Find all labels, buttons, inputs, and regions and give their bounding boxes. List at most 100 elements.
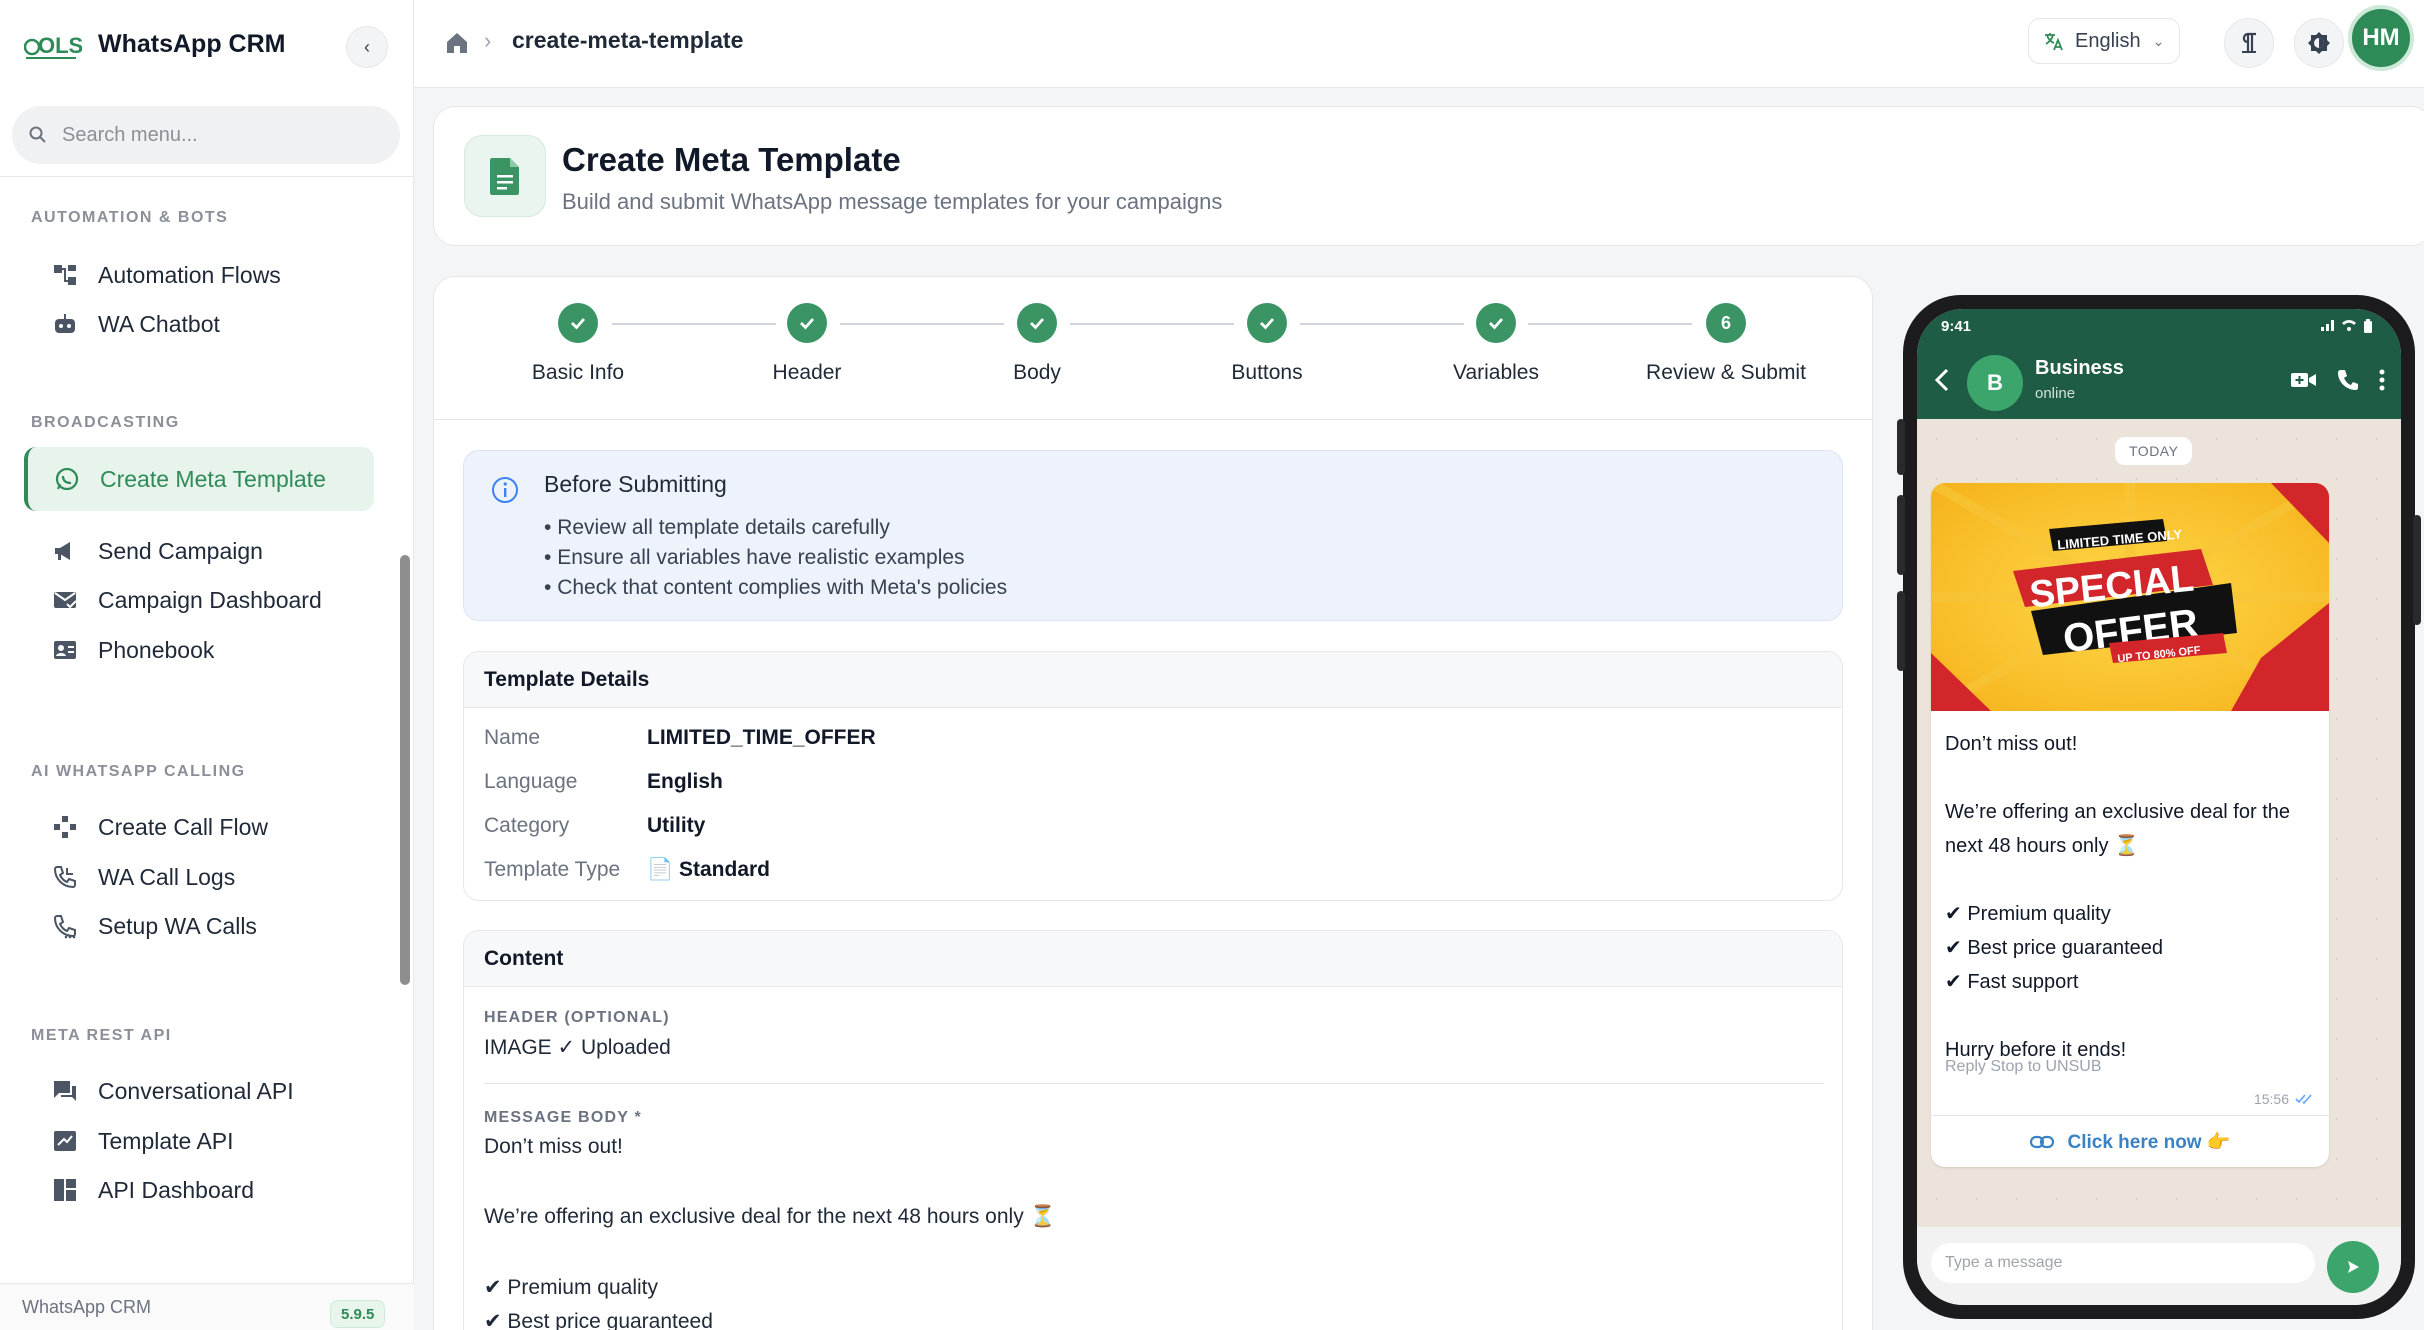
double-check-icon: [2295, 1094, 2312, 1105]
detail-row-language: Language English: [484, 770, 723, 794]
status-time: 9:41: [1941, 318, 1972, 335]
phone-settings-icon: [50, 911, 80, 941]
topbar: › create-meta-template English ⌄ HM: [414, 0, 2424, 88]
detail-row-name: Name LIMITED_TIME_OFFER: [484, 726, 876, 750]
chat-header: B Business online: [1917, 343, 2401, 419]
chat-actions: [2291, 369, 2385, 391]
step-buttons[interactable]: Buttons: [1157, 303, 1377, 385]
page-subtitle: Build and submit WhatsApp message templa…: [562, 189, 1223, 214]
template-details-card: Template Details Name LIMITED_TIME_OFFER…: [463, 651, 1843, 901]
template-icon: [50, 1126, 80, 1156]
sidebar-item-label: Create Call Flow: [98, 813, 268, 840]
brightness-icon: [2308, 32, 2330, 54]
step-basic-info[interactable]: Basic Info: [468, 303, 688, 385]
section-automation-bots: AUTOMATION & BOTS: [31, 209, 229, 226]
message-bubble: LIMITED TIME ONLY SPECIAL OFFER UP TO 80…: [1931, 483, 2329, 1167]
chat-icon: [50, 1076, 80, 1106]
message-meta: 15:56: [2254, 1091, 2315, 1107]
theme-toggle-button[interactable]: [2294, 18, 2344, 68]
pilcrow-icon: [2242, 32, 2256, 53]
send-button[interactable]: [2327, 1241, 2379, 1293]
phone-side-button: [1897, 495, 1905, 575]
wifi-icon: [2342, 320, 2356, 331]
user-avatar[interactable]: HM: [2348, 5, 2414, 71]
detail-row-category: Category Utility: [484, 814, 705, 838]
home-icon[interactable]: [444, 30, 470, 56]
mail-check-icon: [50, 585, 80, 615]
divider: [1931, 1115, 2329, 1116]
detail-key: Name: [484, 726, 541, 749]
status-icons: [2321, 319, 2373, 333]
sidebar-search[interactable]: [12, 106, 400, 164]
phone-preview: 9:41 B Business online TODAY LIMITED TIM…: [1897, 295, 2421, 1319]
version-badge: 5.9.5: [330, 1300, 386, 1328]
step-label: Variables: [1453, 361, 1539, 384]
detail-value: Utility: [647, 814, 706, 837]
language-label: English: [2075, 29, 2141, 52]
detail-key: Category: [484, 814, 570, 837]
sidebar-item-label: Conversational API: [98, 1077, 294, 1104]
check-icon: [787, 303, 827, 343]
check-icon: [558, 303, 598, 343]
content-title: Content: [464, 931, 1842, 987]
back-arrow-icon[interactable]: [1933, 367, 1951, 393]
breadcrumb-current: create-meta-template: [512, 27, 744, 53]
step-label: Buttons: [1231, 361, 1303, 384]
sidebar-item-label: WA Call Logs: [98, 863, 236, 890]
detail-key: Language: [484, 770, 578, 793]
step-header[interactable]: Header: [697, 303, 917, 385]
body-line: ✔ Premium quality: [484, 1276, 658, 1299]
header-label: HEADER (OPTIONAL): [484, 1009, 670, 1026]
step-variables[interactable]: Variables: [1386, 303, 1606, 385]
detail-value: English: [647, 770, 723, 793]
more-vertical-icon[interactable]: [2379, 369, 2385, 391]
sidebar-item-wa-chatbot[interactable]: WA Chatbot: [26, 292, 374, 356]
cta-label: Click here now 👉: [2067, 1132, 2231, 1153]
battery-icon: [2364, 319, 2372, 333]
phone-side-button: [2413, 515, 2421, 625]
section-ai-whatsapp-calling: AI WHATSAPP CALLING: [31, 763, 246, 780]
sidebar-item-phonebook[interactable]: Phonebook: [26, 618, 374, 682]
notice-list: Review all template details carefully En…: [544, 513, 1007, 603]
notice-item: Check that content complies with Meta's …: [544, 573, 1007, 603]
text-direction-button[interactable]: [2224, 18, 2274, 68]
header-image: LIMITED TIME ONLY SPECIAL OFFER UP TO 80…: [1931, 483, 2329, 716]
phone-screen: 9:41 B Business online TODAY LIMITED TIM…: [1917, 309, 2401, 1305]
page-title: Create Meta Template: [562, 141, 901, 178]
detail-value: LIMITED_TIME_OFFER: [647, 726, 876, 749]
dashboard-icon: [50, 1175, 80, 1205]
step-label: Review & Submit: [1646, 361, 1806, 384]
message-input[interactable]: [1931, 1243, 2315, 1283]
call-flow-icon: [50, 812, 80, 842]
sidebar-scrollbar[interactable]: [400, 555, 410, 985]
send-icon: [2348, 1261, 2359, 1273]
contacts-icon: [50, 635, 80, 665]
sidebar-item-label: WA Chatbot: [98, 310, 220, 337]
step-label: Basic Info: [531, 361, 625, 384]
step-review-submit[interactable]: 6 Review & Submit: [1616, 303, 1836, 385]
signal-icon: [2321, 320, 2334, 331]
notice-title: Before Submitting: [544, 471, 727, 497]
sidebar-item-create-meta-template[interactable]: Create Meta Template: [24, 447, 374, 511]
detail-row-template-type: Template Type 📄 Standard: [484, 858, 770, 882]
contact-avatar: B: [1967, 355, 2023, 411]
header-value: IMAGE ✓ Uploaded: [484, 1036, 671, 1059]
phone-call-icon[interactable]: [2337, 369, 2359, 391]
content-card: Content HEADER (OPTIONAL) IMAGE ✓ Upload…: [463, 930, 1843, 1330]
notice-item: Review all template details carefully: [544, 513, 1007, 543]
template-wizard-card: Basic Info Header Body Buttons Variables…: [433, 276, 1873, 1330]
cta-button[interactable]: Click here now 👉: [1931, 1117, 2329, 1167]
sidebar-item-setup-wa-calls[interactable]: Setup WA Calls: [26, 894, 374, 958]
video-call-icon[interactable]: [2291, 371, 2317, 389]
sidebar-item-label: Create Meta Template: [100, 465, 326, 492]
collapse-sidebar-button[interactable]: ‹: [346, 26, 388, 68]
sidebar-footer: WhatsApp CRM 5.9.5: [0, 1283, 414, 1330]
step-body[interactable]: Body: [927, 303, 1147, 385]
sidebar-item-api-dashboard[interactable]: API Dashboard: [26, 1158, 374, 1222]
sidebar-item-label: API Dashboard: [98, 1176, 254, 1203]
sidebar-search-input[interactable]: [62, 123, 362, 147]
before-submitting-notice: Before Submitting Review all template de…: [463, 450, 1843, 621]
robot-icon: [50, 309, 80, 339]
language-selector[interactable]: English ⌄: [2028, 18, 2180, 64]
sidebar-item-label: Campaign Dashboard: [98, 586, 322, 613]
